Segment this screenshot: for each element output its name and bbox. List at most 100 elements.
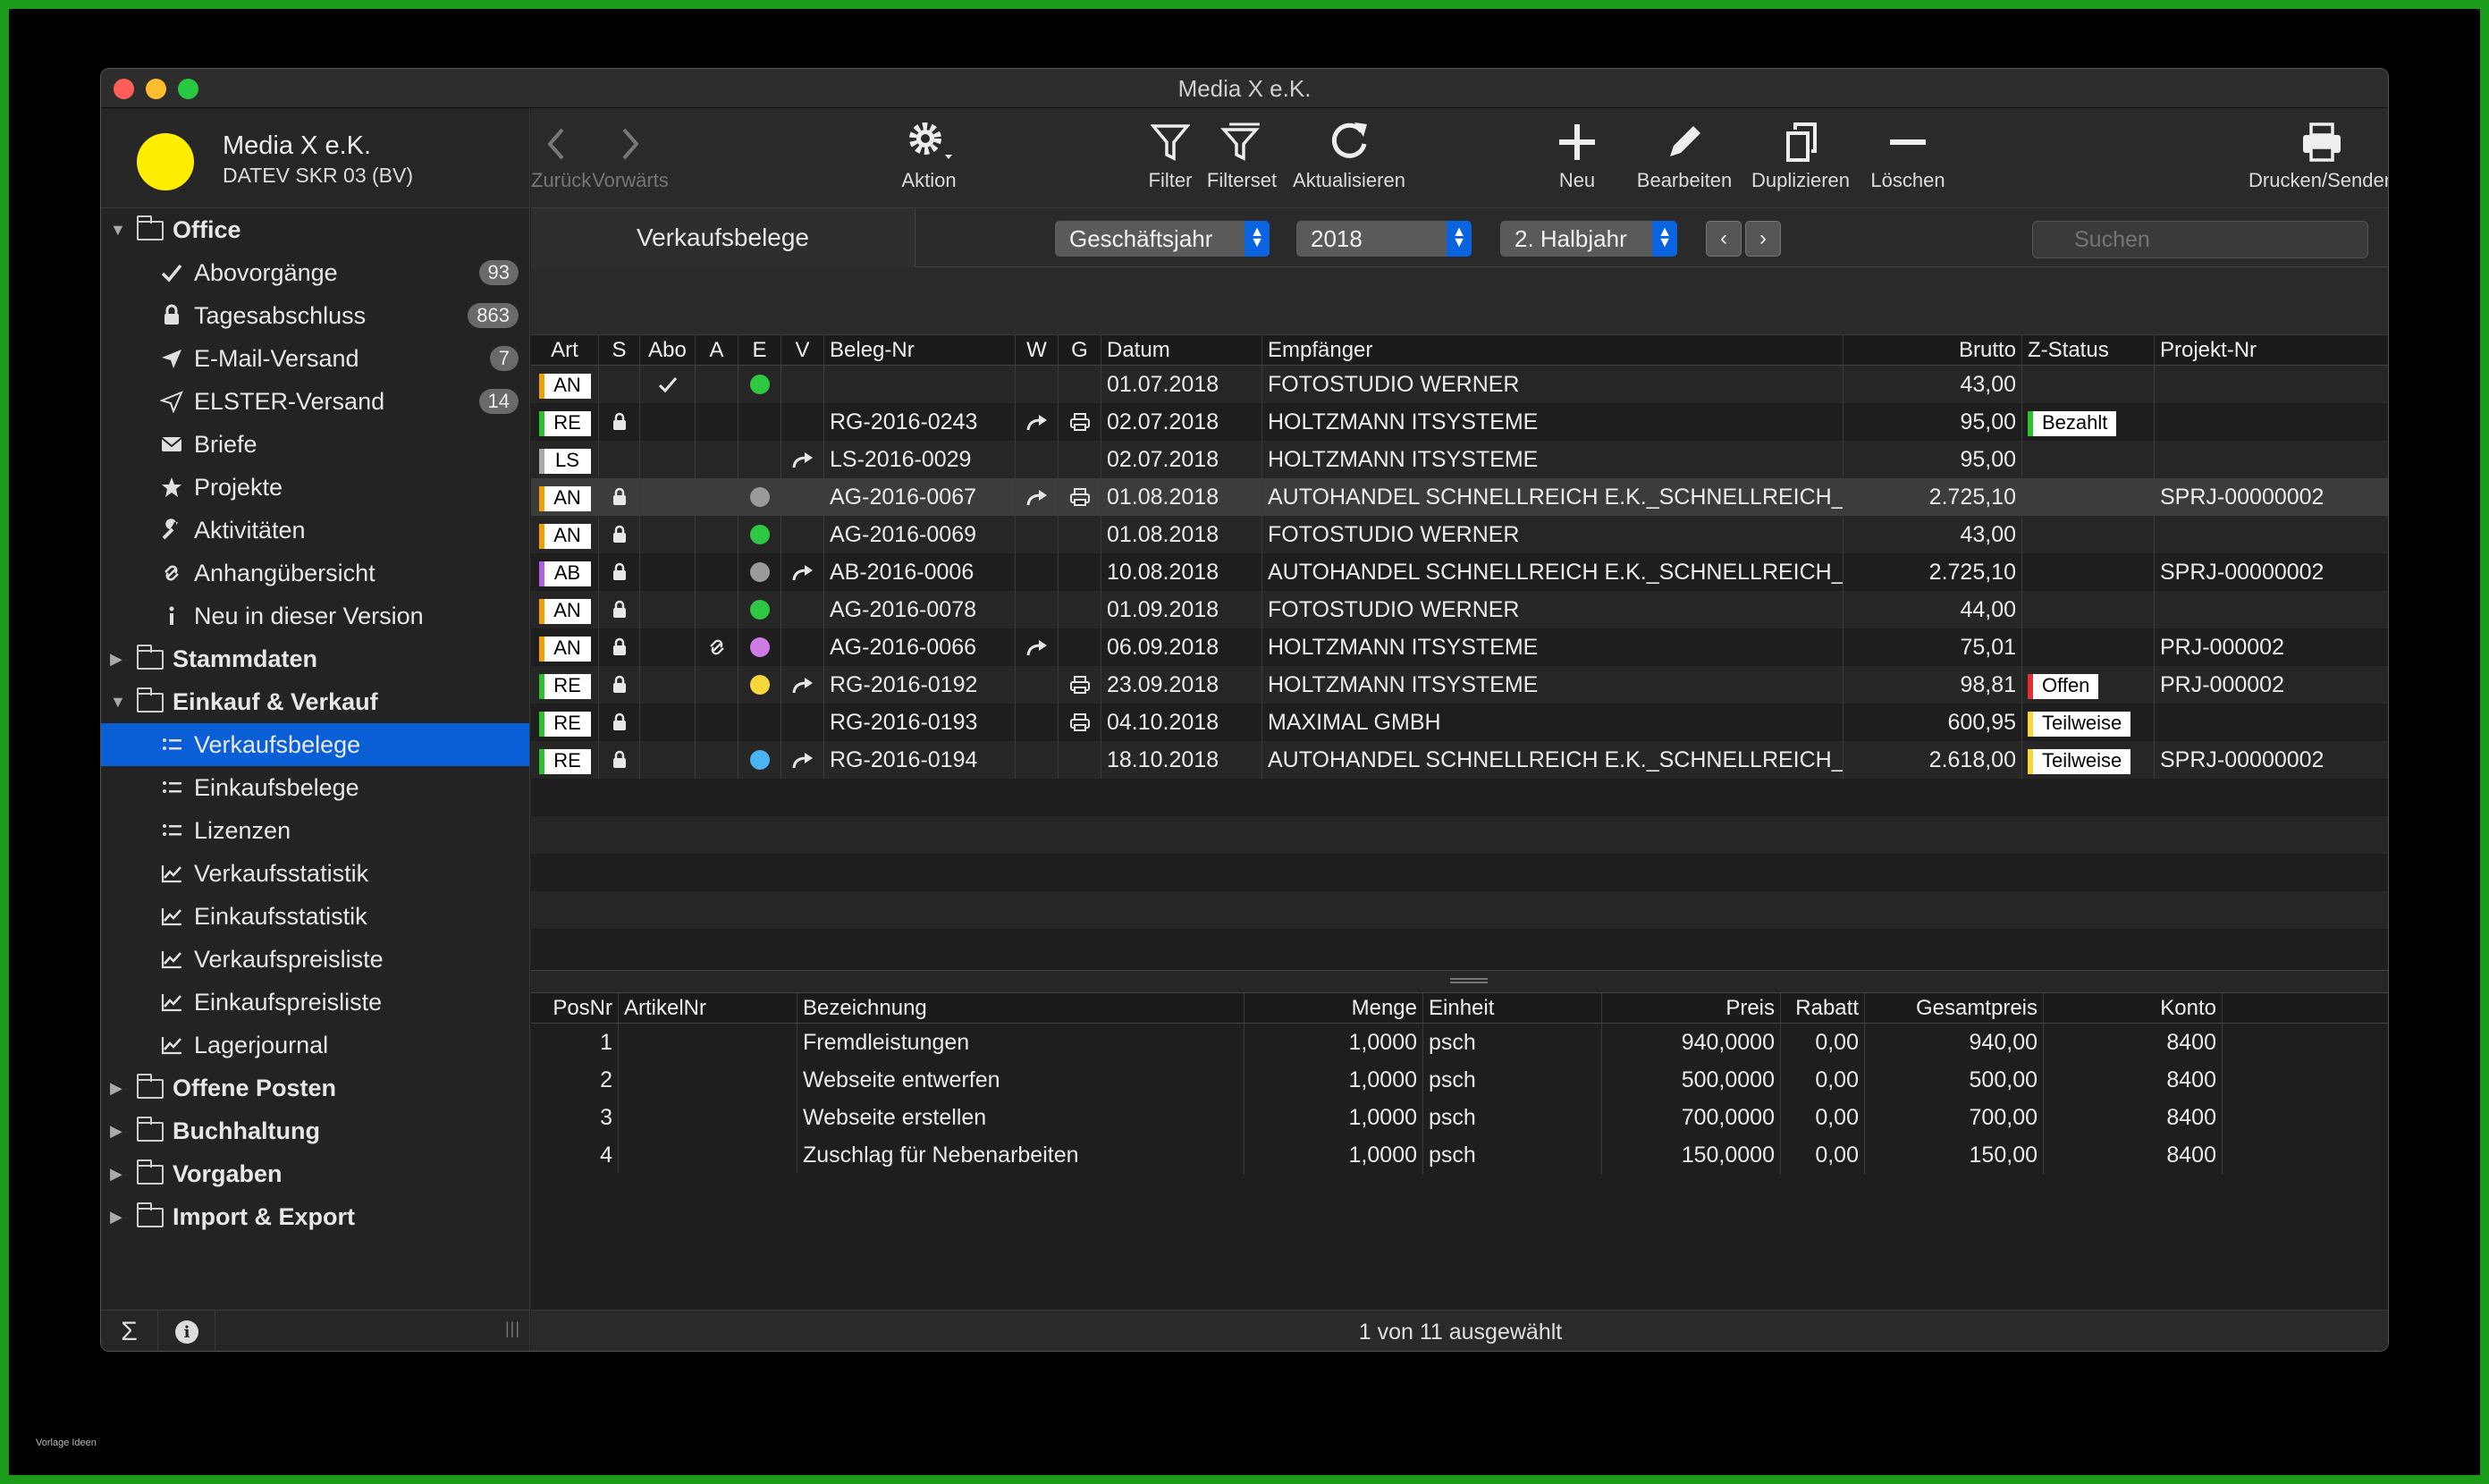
- disclosure-expanded-icon[interactable]: ▼: [110, 208, 128, 251]
- sidebar-item-einkaufsstatistik[interactable]: Einkaufsstatistik: [101, 895, 529, 938]
- account-header[interactable]: Media X e.K. DATEV SKR 03 (BV): [101, 108, 529, 208]
- close-window-button[interactable]: [114, 79, 134, 99]
- column-header-w[interactable]: W: [1016, 335, 1059, 366]
- sidebar-group-office[interactable]: ▼ Office: [101, 208, 529, 251]
- sidebar-item-aktivit-ten[interactable]: Aktivitäten: [101, 509, 529, 552]
- sidebar-item-e-mail-versand[interactable]: E-Mail-Versand 7: [101, 337, 529, 380]
- previous-period-button[interactable]: ‹: [1706, 221, 1742, 257]
- sidebar-item-projekte[interactable]: Projekte: [101, 466, 529, 509]
- sidebar-item-verkaufsbelege[interactable]: Verkaufsbelege: [101, 723, 529, 766]
- year-select[interactable]: 2018 ▲ ▼: [1296, 221, 1472, 257]
- next-period-button[interactable]: ›: [1745, 221, 1781, 257]
- sidebar-item-abovorg-nge[interactable]: Abovorgänge 93: [101, 251, 529, 294]
- minimize-window-button[interactable]: [146, 79, 166, 99]
- column-header-g[interactable]: G: [1059, 335, 1101, 366]
- column-header-rabatt[interactable]: Rabatt: [1781, 993, 1865, 1024]
- column-header-beleg-nr[interactable]: Beleg-Nr: [824, 335, 1016, 366]
- column-header-gesamtpreis[interactable]: Gesamtpreis: [1865, 993, 2044, 1024]
- disclosure-expanded-icon[interactable]: ▼: [110, 680, 128, 723]
- document-row[interactable]: AN AG-2016-0066 06.09.2018 HOLTZMANN ITSYST…: [531, 628, 2388, 666]
- disclosure-collapsed-icon[interactable]: ▶: [110, 637, 128, 680]
- column-header-v[interactable]: V: [781, 335, 824, 366]
- sidebar-item-anhang-bersicht[interactable]: Anhangübersicht: [101, 552, 529, 594]
- attachment-cell: [696, 741, 738, 779]
- column-header-bezeichnung[interactable]: Bezeichnung: [797, 993, 1244, 1024]
- zoom-window-button[interactable]: [178, 79, 198, 99]
- position-row[interactable]: 4 Zuschlag für Nebenarbeiten 1,0000 psch 150…: [531, 1136, 2388, 1174]
- sidebar-group-stammdaten[interactable]: ▶ Stammdaten: [101, 637, 529, 680]
- document-type-cell: LS: [531, 441, 599, 478]
- delete-button[interactable]: Löschen: [1863, 108, 1953, 208]
- document-row[interactable]: AN AG-2016-0069 01.08.2018 FOTOSTUDIO WERNE…: [531, 516, 2388, 553]
- sidebar-item-tagesabschluss[interactable]: Tagesabschluss 863: [101, 294, 529, 337]
- column-header-art[interactable]: Art: [531, 335, 599, 366]
- disclosure-collapsed-icon[interactable]: ▶: [110, 1195, 128, 1238]
- document-row[interactable]: AN AG-2016-0067 01.08.2018 AUTOHANDEL SCHNE…: [531, 478, 2388, 516]
- position-row[interactable]: 1 Fremdleistungen 1,0000 psch 940,0000 0,00 94…: [531, 1024, 2388, 1061]
- period-type-select[interactable]: Geschäftsjahr ▲ ▼: [1055, 221, 1270, 257]
- sidebar-resize-handle[interactable]: |||: [505, 1320, 520, 1338]
- document-row[interactable]: RE RG-2016-0192 23.09.2018 HOLTZMANN ITSYST…: [531, 666, 2388, 704]
- column-header-einheit[interactable]: Einheit: [1423, 993, 1602, 1024]
- sidebar-item-lagerjournal[interactable]: Lagerjournal: [101, 1024, 529, 1067]
- document-row[interactable]: LS LS-2016-0029 02.07.2018 HOLTZMANN ITSYST…: [531, 441, 2388, 478]
- column-header-empf-nger[interactable]: Empfänger: [1262, 335, 1844, 366]
- sidebar-item-elster-versand[interactable]: ELSTER-Versand 14: [101, 380, 529, 423]
- sidebar-item-lizenzen[interactable]: Lizenzen: [101, 809, 529, 852]
- filterset-button[interactable]: Filterset: [1202, 108, 1282, 208]
- column-header-a[interactable]: A: [696, 335, 738, 366]
- filter-button[interactable]: Filter: [1139, 108, 1202, 208]
- sum-button[interactable]: Σ: [101, 1311, 158, 1351]
- forward-button[interactable]: Vorwärts: [581, 108, 679, 208]
- action-button[interactable]: Aktion: [880, 108, 978, 208]
- column-header-e[interactable]: E: [738, 335, 781, 366]
- document-row[interactable]: AB AB-2016-0006 10.08.2018 AUTOHANDEL SCHNE…: [531, 553, 2388, 591]
- sidebar-item-verkaufsstatistik[interactable]: Verkaufsstatistik: [101, 852, 529, 895]
- position-row[interactable]: 2 Webseite entwerfen 1,0000 psch 500,0000 0,0…: [531, 1061, 2388, 1099]
- search-input[interactable]: [2032, 221, 2368, 258]
- edit-button[interactable]: Bearbeiten: [1631, 108, 1738, 208]
- sidebar-group-vorgaben[interactable]: ▶ Vorgaben: [101, 1152, 529, 1195]
- column-header-z-status[interactable]: Z-Status: [2022, 335, 2155, 366]
- print-send-button[interactable]: Drucken/Senden: [2246, 108, 2388, 208]
- document-row[interactable]: AN AG-2016-0078 01.09.2018 FOTOSTUDIO WERNE…: [531, 591, 2388, 628]
- sidebar-group-import-export[interactable]: ▶ Import & Export: [101, 1195, 529, 1238]
- column-header-datum[interactable]: Datum: [1101, 335, 1262, 366]
- document-type-badge: LS: [538, 449, 591, 474]
- sidebar-item-verkaufspreisliste[interactable]: Verkaufspreisliste: [101, 938, 529, 981]
- range-select[interactable]: 2. Halbjahr ▲ ▼: [1500, 221, 1677, 257]
- back-button[interactable]: Zurück: [531, 108, 591, 208]
- column-header-konto[interactable]: Konto: [2044, 993, 2223, 1024]
- disclosure-collapsed-icon[interactable]: ▶: [110, 1152, 128, 1195]
- refresh-button[interactable]: Aktualisieren: [1282, 108, 1416, 208]
- document-row[interactable]: RE RG-2016-0193 04.10.2018 MAXIMAL GMBH 600,…: [531, 704, 2388, 741]
- sidebar-group-buchhaltung[interactable]: ▶ Buchhaltung: [101, 1109, 529, 1152]
- column-header-posnr[interactable]: PosNr: [531, 993, 619, 1024]
- info-button[interactable]: i: [158, 1311, 215, 1351]
- lock-icon: [612, 487, 626, 505]
- column-header-abo[interactable]: Abo: [640, 335, 696, 366]
- sidebar-group-einkauf-verkauf[interactable]: ▼ Einkauf & Verkauf: [101, 680, 529, 723]
- sidebar-item-neu-in-dieser-version[interactable]: Neu in dieser Version: [101, 594, 529, 637]
- tab-verkaufsbelege[interactable]: Verkaufsbelege: [531, 208, 915, 267]
- disclosure-collapsed-icon[interactable]: ▶: [110, 1067, 128, 1109]
- split-view-divider[interactable]: [531, 970, 2388, 993]
- sidebar-item-einkaufspreisliste[interactable]: Einkaufspreisliste: [101, 981, 529, 1024]
- sidebar-item-einkaufsbelege[interactable]: Einkaufsbelege: [101, 766, 529, 809]
- column-header-preis[interactable]: Preis: [1602, 993, 1781, 1024]
- duplicate-button[interactable]: Duplizieren: [1747, 108, 1854, 208]
- w-cell: [1016, 441, 1059, 478]
- column-header-projekt-nr[interactable]: Projekt-Nr: [2155, 335, 2388, 366]
- position-row[interactable]: 3 Webseite erstellen 1,0000 psch 700,0000 0,0…: [531, 1099, 2388, 1136]
- document-row[interactable]: RE RG-2016-0243 02.07.2018 HOLTZMANN ITSYST…: [531, 403, 2388, 441]
- document-row[interactable]: AN 01.07.2018 FOTOSTUDIO WERNER 43,00: [531, 366, 2388, 403]
- column-header-brutto[interactable]: Brutto: [1844, 335, 2022, 366]
- column-header-menge[interactable]: Menge: [1244, 993, 1423, 1024]
- sidebar-group-offene-posten[interactable]: ▶ Offene Posten: [101, 1067, 529, 1109]
- document-row[interactable]: RE RG-2016-0194 18.10.2018 AUTOHANDEL SCHNE…: [531, 741, 2388, 779]
- column-header-s[interactable]: S: [599, 335, 640, 366]
- new-button[interactable]: Neu: [1541, 108, 1613, 208]
- disclosure-collapsed-icon[interactable]: ▶: [110, 1109, 128, 1152]
- sidebar-item-briefe[interactable]: Briefe: [101, 423, 529, 466]
- column-header-artikelnr[interactable]: ArtikelNr: [619, 993, 797, 1024]
